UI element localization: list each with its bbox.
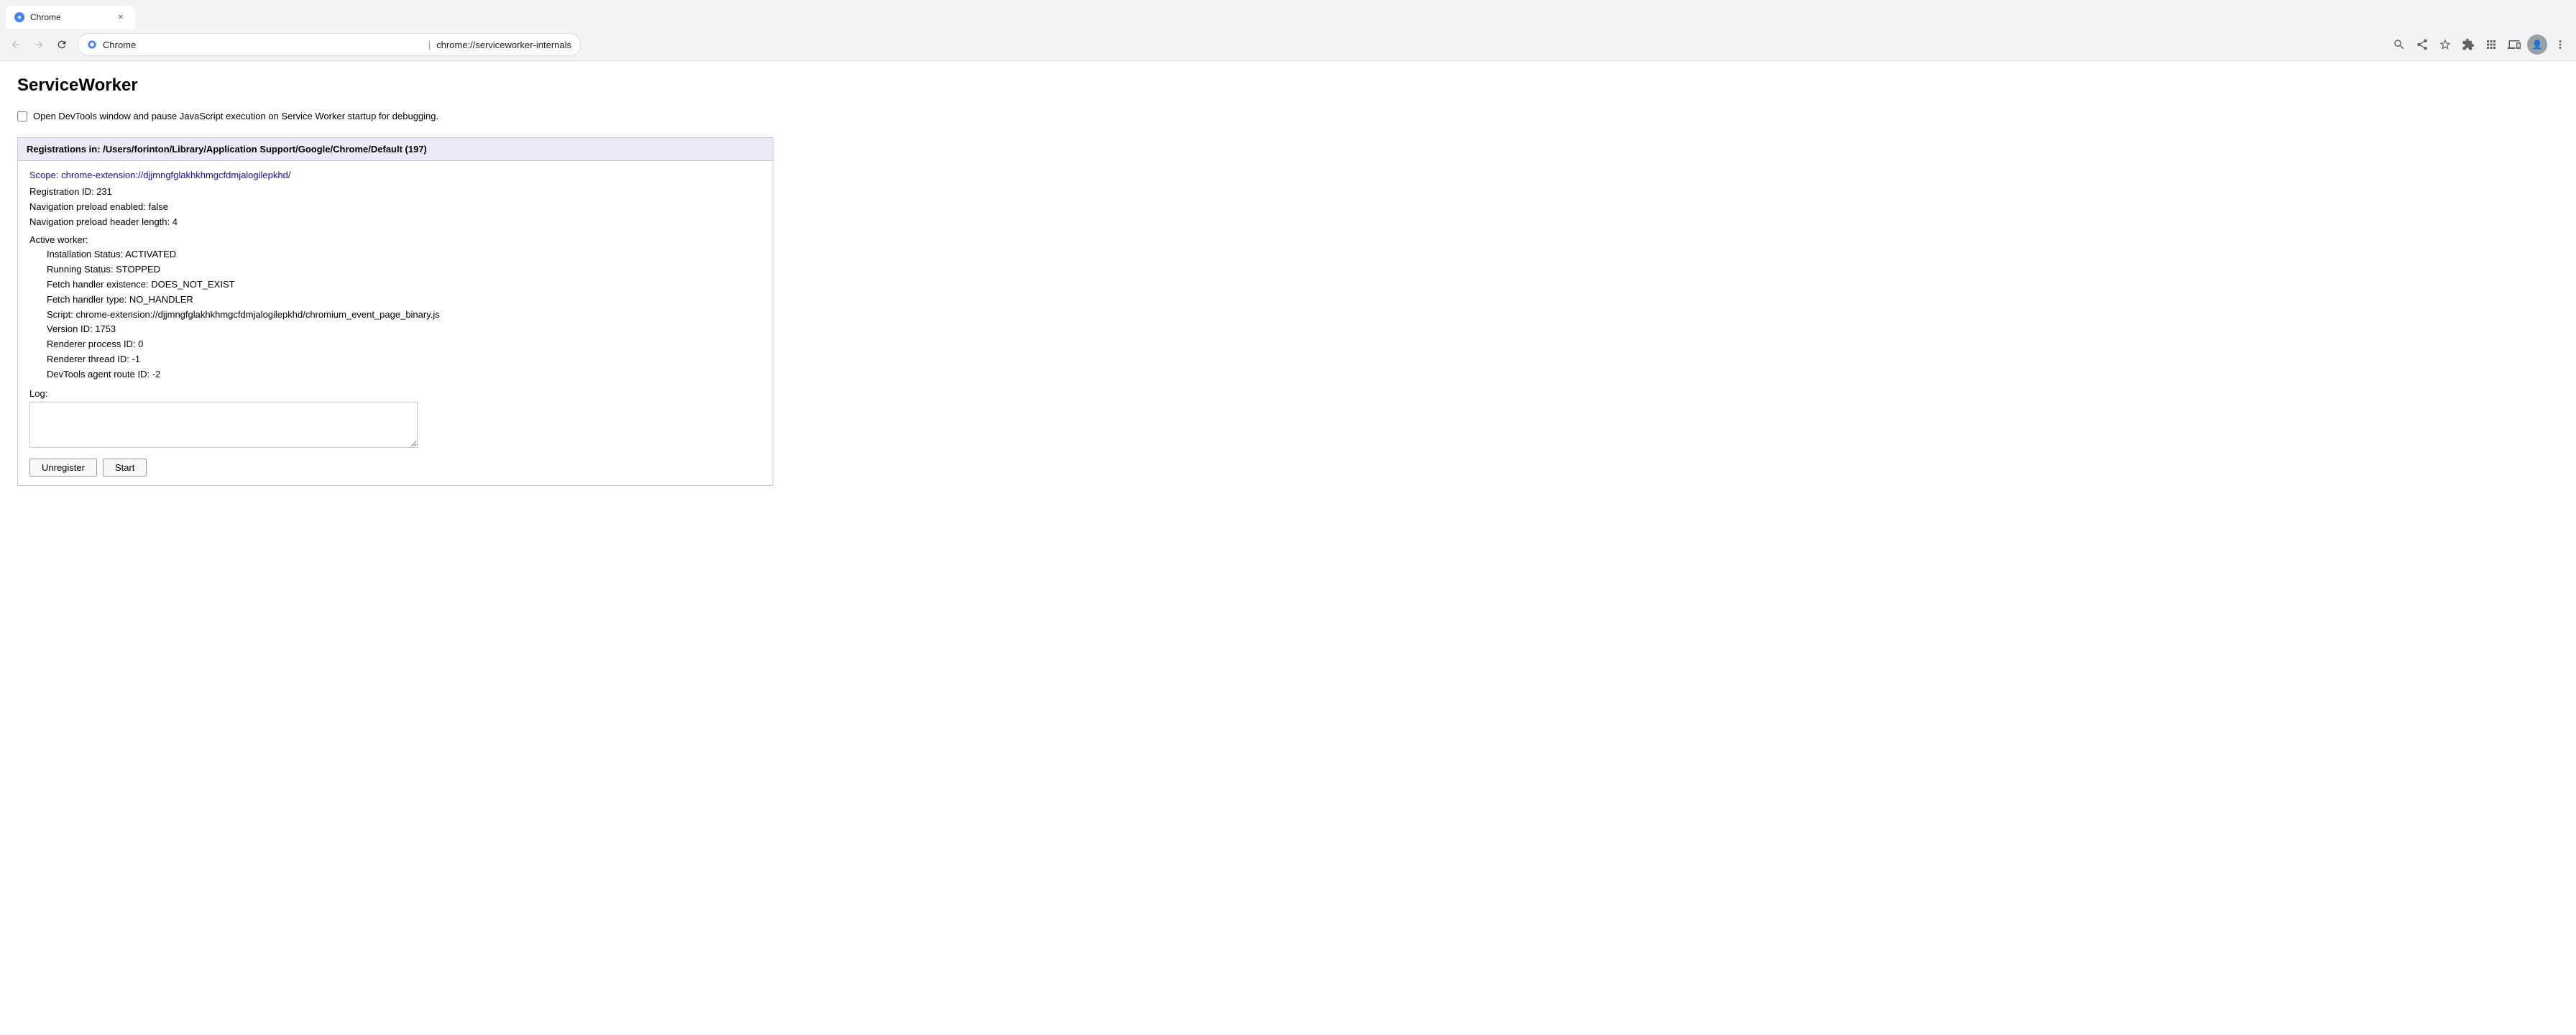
tab-label: Chrome [30, 12, 61, 22]
worker-detail-line: Installation Status: ACTIVATED [29, 247, 761, 262]
active-worker-label: Active worker: [29, 233, 761, 248]
devtools-checkbox[interactable] [17, 111, 27, 121]
registration-id-line: Registration ID: 231 [29, 185, 761, 200]
profile-avatar-icon: 👤 [2532, 40, 2543, 50]
address-favicon-icon [87, 40, 97, 50]
button-row: Unregister Start [29, 459, 761, 477]
devtools-checkbox-row: Open DevTools window and pause JavaScrip… [17, 110, 773, 123]
browser-chrome: Chrome ✕ Chrom [0, 0, 2576, 61]
worker-detail-line: Fetch handler existence: DOES_NOT_EXIST [29, 277, 761, 293]
window-icon-button[interactable] [2504, 34, 2524, 55]
nav-bar: Chrome | chrome://serviceworker-internal… [0, 29, 2576, 60]
scope-link[interactable]: Scope: chrome-extension://djjmngfglakhkh… [29, 170, 761, 180]
more-options-button[interactable] [2550, 34, 2570, 55]
menu-icon-button[interactable] [2481, 34, 2501, 55]
back-button[interactable] [6, 34, 26, 55]
toolbar-icons: 👤 [2389, 34, 2570, 55]
tab-close-icon[interactable]: ✕ [115, 12, 126, 23]
unregister-button[interactable]: Unregister [29, 459, 97, 477]
devtools-checkbox-label: Open DevTools window and pause JavaScrip… [33, 110, 438, 123]
worker-detail-line: Renderer process ID: 0 [29, 337, 761, 352]
tab-favicon-icon [14, 12, 24, 22]
profile-button[interactable]: 👤 [2527, 34, 2547, 55]
forward-button[interactable] [29, 34, 49, 55]
worker-detail-line: DevTools agent route ID: -2 [29, 367, 761, 382]
worker-details-list: Installation Status: ACTIVATEDRunning St… [29, 247, 761, 382]
log-section: Log: [29, 388, 761, 450]
nav-preload-header-line: Navigation preload header length: 4 [29, 215, 761, 230]
worker-detail-line: Renderer thread ID: -1 [29, 352, 761, 367]
worker-detail-line: Version ID: 1753 [29, 322, 761, 337]
active-tab[interactable]: Chrome ✕ [6, 6, 135, 29]
tab-bar: Chrome ✕ [0, 0, 2576, 29]
address-site-name: Chrome [103, 40, 423, 50]
worker-detail-line: Fetch handler type: NO_HANDLER [29, 293, 761, 308]
address-bar[interactable]: Chrome | chrome://serviceworker-internal… [78, 33, 581, 56]
page-content: ServiceWorker Open DevTools window and p… [0, 61, 791, 515]
extensions-icon-button[interactable] [2458, 34, 2478, 55]
registration-header: Registrations in: /Users/forinton/Librar… [18, 138, 773, 161]
share-icon-button[interactable] [2412, 34, 2432, 55]
reload-button[interactable] [52, 34, 72, 55]
registration-body: Scope: chrome-extension://djjmngfglakhkh… [18, 161, 773, 484]
address-url: chrome://serviceworker-internals [436, 40, 571, 50]
nav-preload-enabled-line: Navigation preload enabled: false [29, 200, 761, 215]
page-title: ServiceWorker [17, 75, 773, 96]
worker-detail-line: Script: chrome-extension://djjmngfglakhk… [29, 308, 761, 323]
log-label: Log: [29, 388, 761, 399]
start-button[interactable]: Start [103, 459, 147, 477]
address-separator: | [428, 40, 431, 50]
registration-section: Registrations in: /Users/forinton/Librar… [17, 137, 773, 485]
worker-detail-line: Running Status: STOPPED [29, 262, 761, 277]
log-textarea[interactable] [29, 402, 418, 448]
star-icon-button[interactable] [2435, 34, 2455, 55]
search-icon-button[interactable] [2389, 34, 2409, 55]
